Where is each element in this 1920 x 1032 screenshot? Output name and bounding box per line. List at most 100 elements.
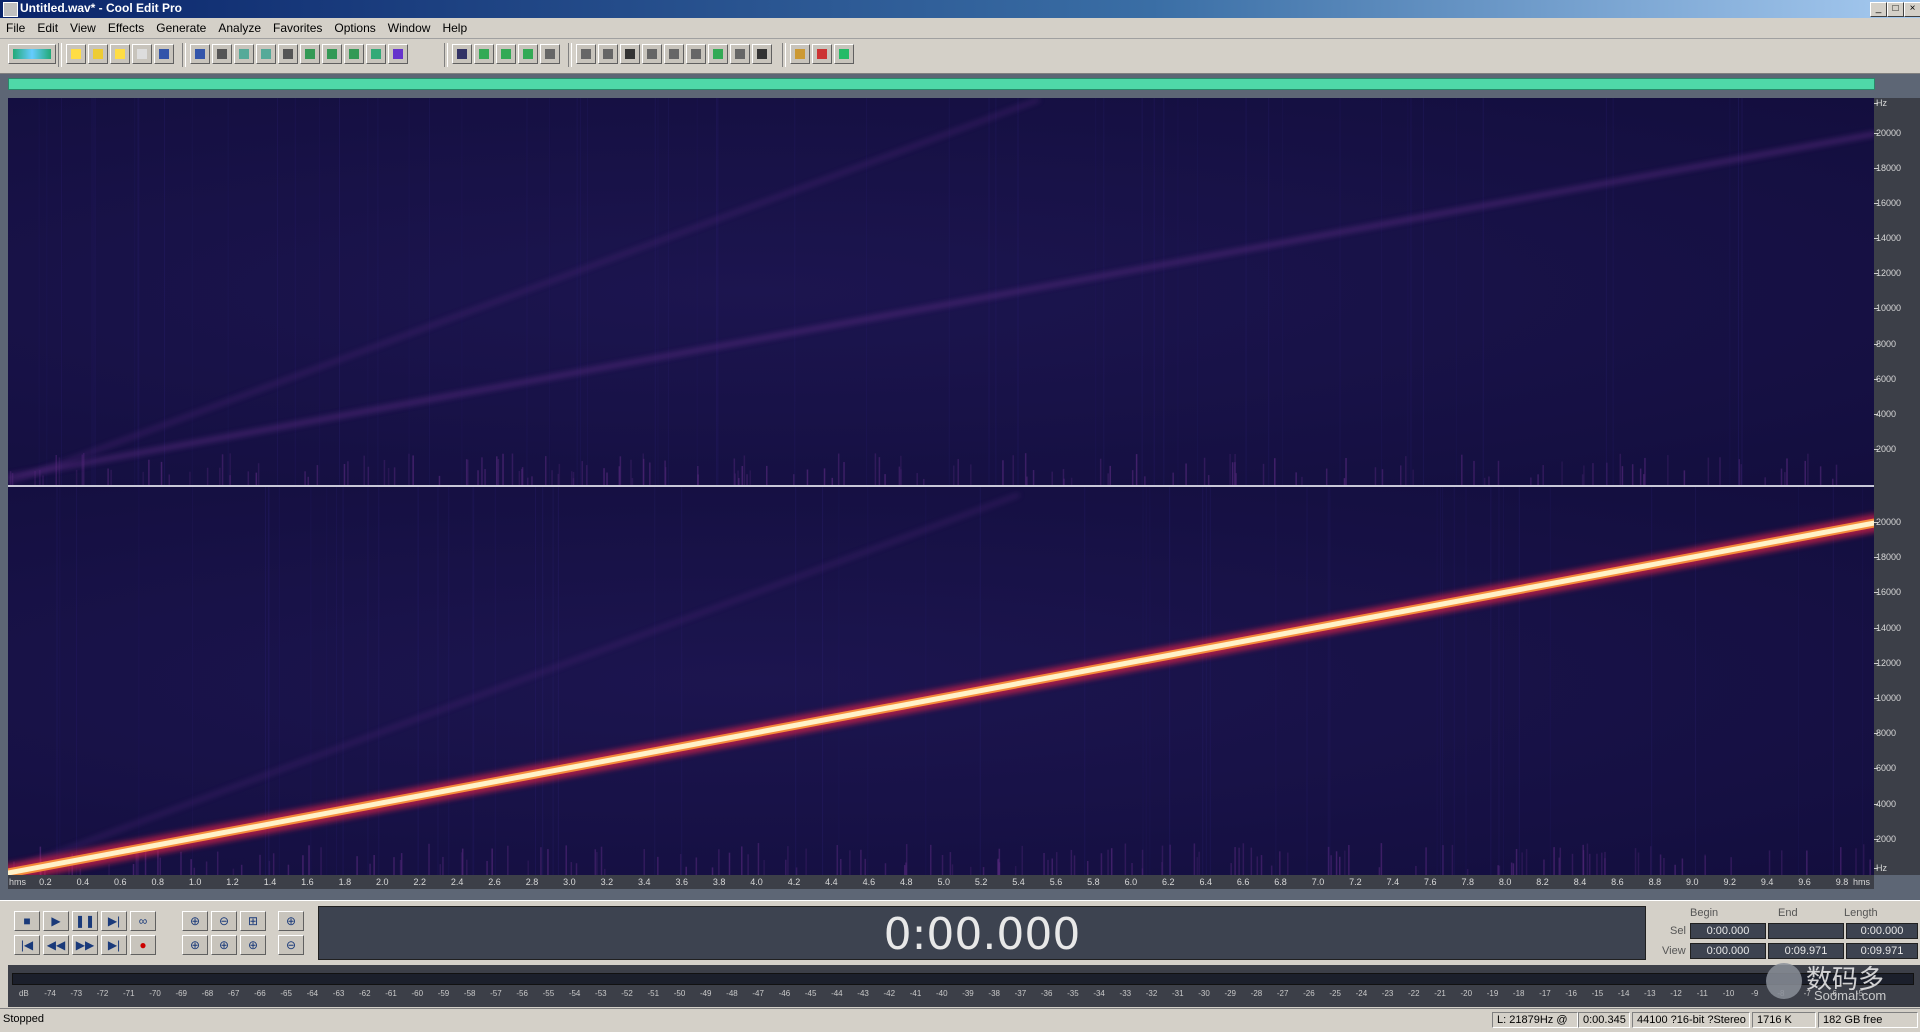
- menu-analyze[interactable]: Analyze: [212, 18, 267, 38]
- rewind-button[interactable]: ◀◀: [43, 935, 69, 955]
- open-file-icon[interactable]: [88, 44, 108, 64]
- menu-effects[interactable]: Effects: [102, 18, 150, 38]
- envelope-glyph: [479, 49, 489, 59]
- settings-icon[interactable]: [620, 44, 640, 64]
- minimize-button[interactable]: _: [1870, 2, 1887, 17]
- go-to-end-button[interactable]: ▶|: [101, 935, 127, 955]
- copy-to-new-icon[interactable]: [278, 44, 298, 64]
- zoom-in-horiz-button[interactable]: ⊕: [182, 911, 208, 931]
- spectral-pan-icon[interactable]: [518, 44, 538, 64]
- sel-length-field[interactable]: 0:00.000: [1846, 923, 1918, 939]
- menu-edit[interactable]: Edit: [31, 18, 64, 38]
- grid-icon[interactable]: [708, 44, 728, 64]
- noise-burst: [257, 463, 260, 485]
- time-tick-label: 7.8: [1461, 877, 1474, 887]
- zoom-full-button[interactable]: ⊞: [240, 911, 266, 931]
- left-channel[interactable]: [8, 98, 1874, 485]
- record-button[interactable]: ●: [130, 935, 156, 955]
- play-icon[interactable]: [642, 44, 662, 64]
- meter-tick-label: -72: [96, 989, 109, 998]
- undo-icon[interactable]: [190, 44, 210, 64]
- cut-icon[interactable]: [300, 44, 320, 64]
- info-icon[interactable]: [730, 44, 750, 64]
- bit-depth-icon[interactable]: [686, 44, 706, 64]
- play-to-end-button[interactable]: ▶|: [101, 911, 127, 931]
- right-channel[interactable]: [8, 487, 1874, 875]
- noise-burst: [728, 852, 731, 875]
- noise-burst: [718, 849, 720, 875]
- noise-burst: [843, 462, 845, 485]
- zoom-icon[interactable]: [664, 44, 684, 64]
- help-icon[interactable]: [834, 44, 854, 64]
- stop-button[interactable]: ■: [14, 911, 40, 931]
- noise-burst: [1242, 843, 1245, 875]
- play-button[interactable]: ▶: [43, 911, 69, 931]
- save-glyph: [115, 49, 125, 59]
- noise-burst: [1784, 472, 1786, 485]
- preferences-icon[interactable]: [812, 44, 832, 64]
- menu-file[interactable]: File: [0, 18, 31, 38]
- spectral-phase-icon[interactable]: [540, 44, 560, 64]
- close-file-icon[interactable]: [154, 44, 174, 64]
- menu-view[interactable]: View: [64, 18, 102, 38]
- close-button[interactable]: ×: [1904, 2, 1920, 17]
- spectral-view[interactable]: [8, 98, 1874, 875]
- noise-burst: [1542, 465, 1544, 485]
- zoom-in-left-button[interactable]: ⊕: [182, 935, 208, 955]
- menu-help[interactable]: Help: [436, 18, 473, 38]
- go-to-start-button[interactable]: |◀: [14, 935, 40, 955]
- list-icon[interactable]: [752, 44, 772, 64]
- cue-list-icon[interactable]: [576, 44, 596, 64]
- time-ruler[interactable]: hms hms 0.2 0.4 0.6 0.8 1.0 1.2 1.4 1.6 1.8 2.0 2.2 2…: [8, 875, 1874, 889]
- noise-burst: [734, 473, 736, 485]
- play-list-icon[interactable]: [598, 44, 618, 64]
- fast-forward-button[interactable]: ▶▶: [72, 935, 98, 955]
- new-file-icon[interactable]: [66, 44, 86, 64]
- menu-window[interactable]: Window: [382, 18, 437, 38]
- bit-depth-glyph: [691, 49, 701, 59]
- noise-streak: [56, 487, 58, 875]
- settings-glyph: [625, 49, 635, 59]
- time-tick-label: 5.2: [974, 877, 988, 887]
- noise-burst: [1055, 852, 1058, 875]
- overview-bar[interactable]: [8, 78, 1875, 90]
- insert-cd-icon[interactable]: [388, 44, 408, 64]
- options-icon[interactable]: [790, 44, 810, 64]
- sel-begin-field[interactable]: 0:00.000: [1690, 923, 1766, 939]
- save-all-icon[interactable]: [132, 44, 152, 64]
- menu-favorites[interactable]: Favorites: [267, 18, 328, 38]
- zoom-in-vert-button[interactable]: ⊕: [278, 911, 304, 931]
- redo-icon[interactable]: [212, 44, 232, 64]
- envelope-icon[interactable]: [474, 44, 494, 64]
- spectral-display-icon[interactable]: [496, 44, 516, 64]
- pause-button[interactable]: ❚❚: [72, 911, 98, 931]
- time-tick-label: 5.0: [937, 877, 950, 887]
- noise-burst: [903, 865, 906, 875]
- meter-tick-label: -64: [306, 989, 319, 998]
- zoom-selection-button[interactable]: ⊕: [240, 935, 266, 955]
- trim-icon[interactable]: [234, 44, 254, 64]
- zoom-out-vert-button[interactable]: ⊖: [278, 935, 304, 955]
- zoom-out-horiz-button[interactable]: ⊖: [211, 911, 237, 931]
- noise-burst: [1806, 850, 1808, 875]
- mix-paste-icon[interactable]: [366, 44, 386, 64]
- save-icon[interactable]: [110, 44, 130, 64]
- copy-icon[interactable]: [256, 44, 276, 64]
- app-icon[interactable]: [3, 2, 18, 17]
- sel-end-field[interactable]: [1768, 923, 1844, 939]
- time-tick-label: 7.0: [1311, 877, 1325, 887]
- loop-button[interactable]: ∞: [130, 911, 156, 931]
- menu-generate[interactable]: Generate: [150, 18, 212, 38]
- noise-burst: [1012, 455, 1014, 485]
- spectral-view-icon[interactable]: [452, 44, 472, 64]
- waveform-view-icon[interactable]: [8, 44, 56, 64]
- paste-icon[interactable]: [322, 44, 342, 64]
- zoom-in-right-button[interactable]: ⊕: [211, 935, 237, 955]
- meter-tick-label: -32: [1145, 989, 1158, 998]
- view-begin-field[interactable]: 0:00.000: [1690, 943, 1766, 959]
- freq-unit-label: Hz: [1874, 98, 1920, 108]
- maximize-button[interactable]: □: [1887, 2, 1904, 17]
- menu-options[interactable]: Options: [328, 18, 381, 38]
- level-meter: dB -74 -73 -72 -71 -70 -69 -68 -67 -66 -65 -64 -63 -6…: [8, 965, 1920, 1007]
- paste-to-new-icon[interactable]: [344, 44, 364, 64]
